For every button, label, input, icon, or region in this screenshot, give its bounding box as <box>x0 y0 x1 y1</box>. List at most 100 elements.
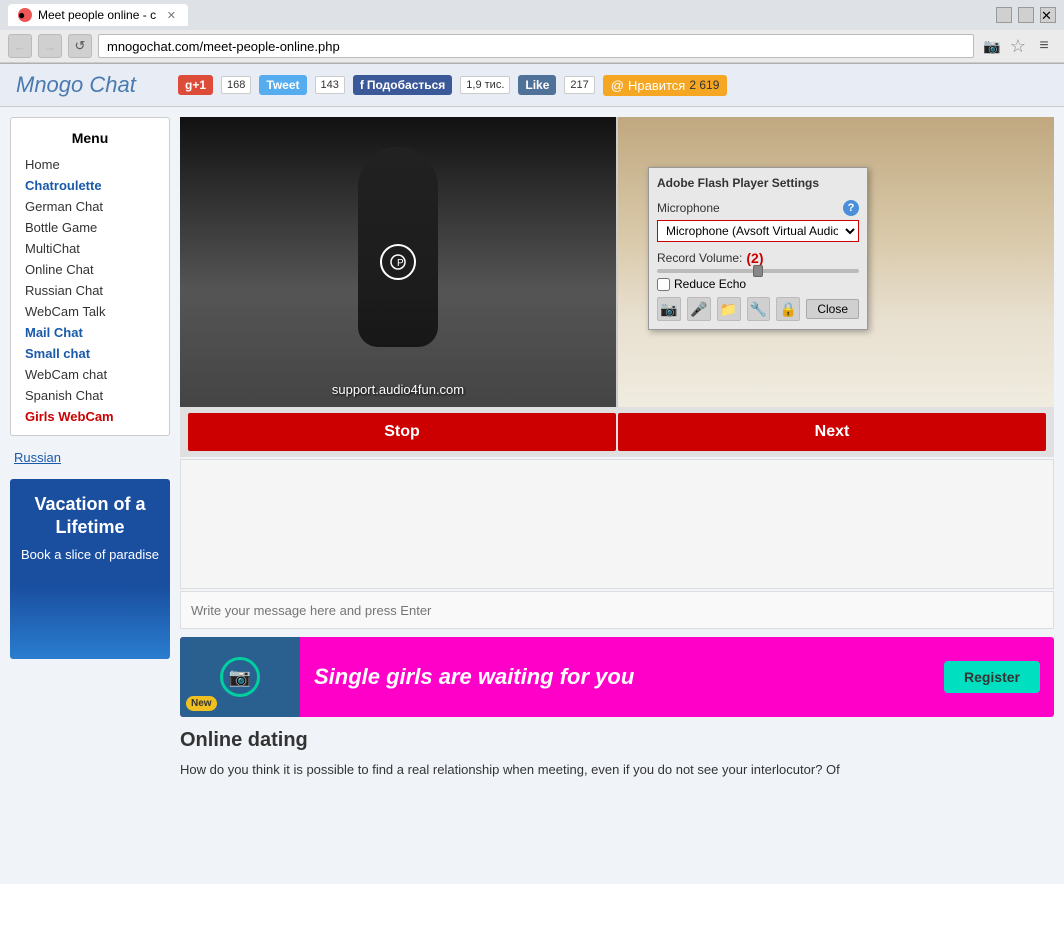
nravitsya-button[interactable]: @ Нравится 2 619 <box>603 75 728 96</box>
sidebar-item-online-chat[interactable]: Online Chat <box>11 259 169 280</box>
forward-button[interactable]: → <box>38 34 62 58</box>
sidebar-item-small-chat[interactable]: Small chat <box>11 343 169 364</box>
vk-button[interactable]: Like <box>518 75 556 95</box>
online-dating-section: Online dating How do you think it is pos… <box>180 729 1054 781</box>
main-layout: Menu Home Chatroulette German Chat Bottl… <box>0 107 1064 791</box>
banner-cam-icon: 📷 <box>220 657 260 697</box>
flash-microphone-select[interactable]: Microphone (Avsoft Virtual Audio Dev <box>657 220 859 242</box>
flash-icon-mic[interactable]: 🎤 <box>687 297 711 321</box>
fb-label: Подобасться <box>367 78 445 92</box>
nravitsya-label: Нравится <box>628 78 685 93</box>
flash-reduce-echo-row: Reduce Echo <box>657 277 859 291</box>
social-buttons: g+1 168 Tweet 143 f Подобасться 1,9 тис.… <box>178 75 727 96</box>
refresh-button[interactable]: ↺ <box>68 34 92 58</box>
sidebar-item-russian-chat[interactable]: Russian Chat <box>11 280 169 301</box>
video-left: P support.audio4fun.com <box>180 117 616 407</box>
flash-slider-row <box>657 269 859 273</box>
flash-dialog-title: Adobe Flash Player Settings <box>657 176 819 190</box>
sidebar-item-german-chat[interactable]: German Chat <box>11 196 169 217</box>
svg-text:P: P <box>397 258 404 269</box>
sidebar-item-multichat[interactable]: MultiChat <box>11 238 169 259</box>
close-button[interactable]: ✕ <box>1040 7 1056 23</box>
tab-close-button[interactable]: ✕ <box>165 9 178 22</box>
flash-icon-folder[interactable]: 📁 <box>717 297 741 321</box>
tab-favicon-icon: ● <box>18 8 32 22</box>
flash-reduce-echo-checkbox[interactable] <box>657 278 670 291</box>
message-input[interactable] <box>181 592 1053 628</box>
page-content: Mnogo Chat g+1 168 Tweet 143 f Подобасть… <box>0 64 1064 884</box>
video-right: Adobe Flash Player Settings Microphone ?… <box>618 117 1054 407</box>
address-bar[interactable] <box>98 34 974 58</box>
video-controls: Stop Next <box>180 407 1054 457</box>
banner-ad-text: Single girls are waiting for you <box>300 656 944 698</box>
next-button[interactable]: Next <box>618 413 1046 451</box>
flash-slider-thumb[interactable] <box>753 265 763 277</box>
flash-icon-privacy[interactable]: 🔒 <box>776 297 800 321</box>
browser-menu-button[interactable]: ≡ <box>1032 34 1056 58</box>
fb-icon: f <box>360 78 364 92</box>
flash-volume-slider[interactable] <box>657 269 859 273</box>
message-input-area <box>180 591 1054 629</box>
flash-icons-row: 📷 🎤 📁 🔧 🔒 Close <box>657 297 859 321</box>
banner-ad-image: 📷 New <box>180 637 300 717</box>
back-button[interactable]: ← <box>8 34 32 58</box>
vk-count: 217 <box>564 76 594 94</box>
online-dating-body: How do you think it is possible to find … <box>180 760 1054 781</box>
vk-label: Like <box>525 78 549 92</box>
browser-tab[interactable]: ● Meet people online - c ✕ <box>8 4 188 26</box>
camera-icon: 📷 <box>980 34 1004 58</box>
banner-register-button[interactable]: Register <box>944 661 1040 693</box>
tweet-count: 143 <box>315 76 345 94</box>
site-logo: Mnogo Chat <box>16 72 166 98</box>
sidebar-item-spanish-chat[interactable]: Spanish Chat <box>11 385 169 406</box>
sidebar-menu-title: Menu <box>11 126 169 154</box>
sidebar: Menu Home Chatroulette German Chat Bottl… <box>10 117 170 781</box>
sidebar-item-chatroulette[interactable]: Chatroulette <box>11 175 169 196</box>
flash-microphone-label: Microphone ? <box>657 200 859 216</box>
star-icon[interactable]: ☆ <box>1010 36 1026 57</box>
fb-count: 1,9 тис. <box>460 76 510 94</box>
sidebar-item-bottle-game[interactable]: Bottle Game <box>11 217 169 238</box>
gplus-button[interactable]: g+1 <box>178 75 213 95</box>
flash-reduce-echo-label: Reduce Echo <box>674 277 746 291</box>
video-play-icon[interactable]: P <box>380 244 416 280</box>
sidebar-ad[interactable]: Vacation of a Lifetime Book a slice of p… <box>10 479 170 659</box>
sidebar-item-webcam-chat[interactable]: WebCam chat <box>11 364 169 385</box>
flash-record-label: Record Volume: (2) <box>657 250 859 266</box>
browser-controls: ← → ↺ 📷 ☆ ≡ <box>0 30 1064 63</box>
browser-chrome: ● Meet people online - c ✕ ✕ ← → ↺ 📷 ☆ ≡ <box>0 0 1064 64</box>
fb-button[interactable]: f Подобасться <box>353 75 452 95</box>
sidebar-ad-title: Vacation of a Lifetime <box>20 493 160 540</box>
nravitsya-count: 2 619 <box>689 78 719 92</box>
sidebar-item-home[interactable]: Home <box>11 154 169 175</box>
minimize-button[interactable] <box>996 7 1012 23</box>
sidebar-item-girls-webcam[interactable]: Girls WebCam <box>11 406 169 427</box>
banner-ad[interactable]: 📷 New Single girls are waiting for you R… <box>180 637 1054 717</box>
banner-new-badge: New <box>186 696 217 711</box>
tweet-label: Tweet <box>266 78 299 92</box>
main-content: P support.audio4fun.com Adobe Flash Play… <box>180 117 1054 781</box>
nravitsya-icon: @ <box>611 78 624 93</box>
flash-help-icon[interactable]: ? <box>843 200 859 216</box>
flash-settings-dialog: Adobe Flash Player Settings Microphone ?… <box>648 167 868 330</box>
site-header: Mnogo Chat g+1 168 Tweet 143 f Подобасть… <box>0 64 1064 107</box>
russian-language-link[interactable]: Russian <box>10 450 61 465</box>
browser-title-bar: ● Meet people online - c ✕ ✕ <box>0 0 1064 30</box>
chat-area <box>180 459 1054 589</box>
stop-button[interactable]: Stop <box>188 413 616 451</box>
sidebar-item-webcam-talk[interactable]: WebCam Talk <box>11 301 169 322</box>
gplus-count: 168 <box>221 76 251 94</box>
flash-icon-cam[interactable]: 📷 <box>657 297 681 321</box>
flash-record-num: (2) <box>746 250 763 266</box>
maximize-button[interactable] <box>1018 7 1034 23</box>
flash-close-button[interactable]: Close <box>806 299 859 319</box>
online-dating-heading: Online dating <box>180 729 1054 752</box>
sidebar-ad-subtitle: Book a slice of paradise <box>20 546 160 564</box>
video-watermark: support.audio4fun.com <box>332 382 464 397</box>
gplus-label: g+1 <box>185 78 206 92</box>
flash-icon-settings[interactable]: 🔧 <box>747 297 771 321</box>
tab-title: Meet people online - c <box>38 8 156 22</box>
sidebar-language: Russian <box>10 446 170 469</box>
sidebar-item-mail-chat[interactable]: Mail Chat <box>11 322 169 343</box>
tweet-button[interactable]: Tweet <box>259 75 306 95</box>
